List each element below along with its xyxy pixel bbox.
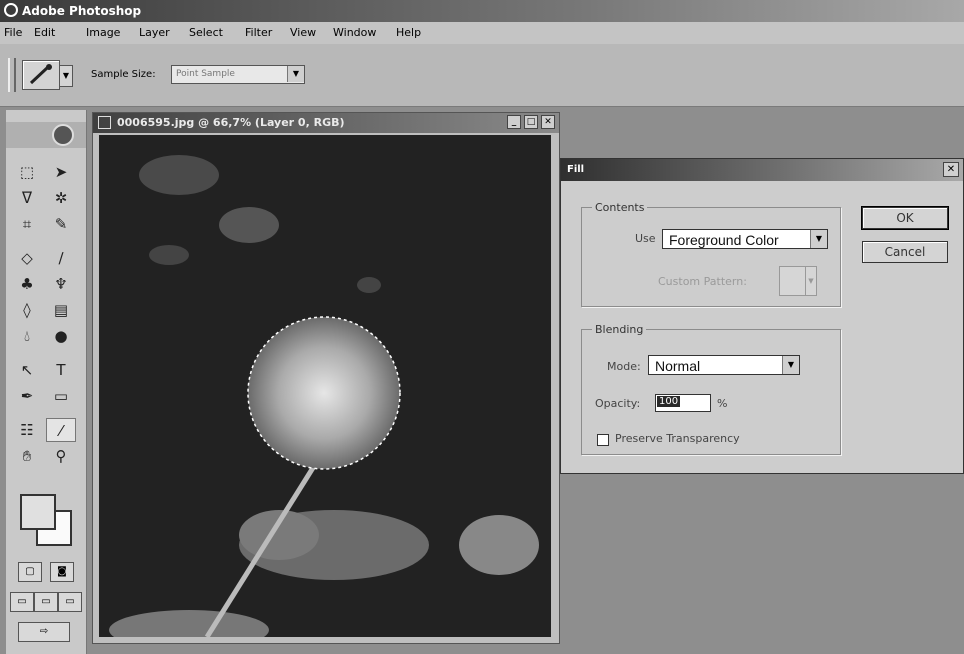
eyedropper-tool-icon[interactable]: ⁄ — [46, 418, 76, 442]
opacity-unit: % — [717, 397, 728, 410]
app-title-bar: Adobe Photoshop — [0, 0, 964, 22]
toolbox: ⬚ ➤ ᐁ ✲ ⌗ ✎ ◇ ∕ ♣ ♆ ◊ ▤ 💧︎ ● ↖ T ✒ ▭ ☷ ⁄… — [6, 110, 87, 654]
minimize-icon[interactable]: _ — [507, 115, 521, 129]
use-label: Use — [635, 232, 656, 245]
ok-button[interactable]: OK — [861, 206, 949, 230]
screen-mode-full-menu-icon[interactable]: ▭ — [34, 592, 58, 612]
chevron-down-icon[interactable]: ▼ — [810, 230, 827, 248]
custom-pattern-picker[interactable]: ▼ — [779, 266, 817, 296]
opacity-label: Opacity: — [595, 397, 641, 410]
hand-tool-icon[interactable]: ✋︎ — [12, 444, 42, 468]
slice-tool-icon[interactable]: ✎ — [46, 212, 76, 236]
chevron-down-icon[interactable]: ▼ — [805, 267, 816, 295]
chevron-down-icon[interactable]: ▼ — [287, 66, 304, 82]
maximize-icon[interactable]: □ — [524, 115, 538, 129]
cancel-button[interactable]: Cancel — [862, 241, 948, 263]
document-window: 0006595.jpg @ 66,7% (Layer 0, RGB) _ □ ✕ — [92, 112, 560, 644]
opacity-input[interactable]: 100 — [655, 394, 711, 412]
close-icon[interactable]: ✕ — [541, 115, 555, 129]
healing-brush-tool-icon[interactable]: ◇ — [12, 246, 42, 270]
preserve-transparency-checkbox[interactable] — [597, 434, 609, 446]
menu-help[interactable]: Help — [396, 26, 421, 39]
move-tool-icon[interactable]: ➤ — [46, 160, 76, 184]
menu-edit[interactable]: Edit — [34, 26, 55, 39]
mode-label: Mode: — [607, 360, 641, 373]
eyedropper-icon — [29, 64, 52, 85]
document-title: 0006595.jpg @ 66,7% (Layer 0, RGB) — [117, 116, 345, 129]
jump-to-imageready-icon[interactable]: ⇨ — [18, 622, 70, 642]
notes-tool-icon[interactable]: ☷ — [12, 418, 42, 442]
menu-select[interactable]: Select — [189, 26, 223, 39]
sample-size-label: Sample Size: — [91, 69, 156, 80]
lasso-tool-icon[interactable]: ᐁ — [12, 186, 42, 210]
document-icon — [98, 116, 111, 129]
marquee-tool-icon[interactable]: ⬚ — [12, 160, 42, 184]
dandelion-photo — [99, 135, 551, 637]
dodge-tool-icon[interactable]: ● — [46, 324, 76, 348]
shape-tool-icon[interactable]: ▭ — [46, 384, 76, 408]
gradient-tool-icon[interactable]: ▤ — [46, 298, 76, 322]
screen-mode-full-icon[interactable]: ▭ — [58, 592, 82, 612]
chevron-down-icon[interactable]: ▼ — [59, 65, 73, 87]
crop-tool-icon[interactable]: ⌗ — [12, 212, 42, 236]
screen-mode-standard-icon[interactable]: ▭ — [10, 592, 34, 612]
zoom-tool-icon[interactable]: ⚲ — [46, 444, 76, 468]
menu-file[interactable]: File — [4, 26, 22, 39]
clone-stamp-tool-icon[interactable]: ♣ — [12, 272, 42, 296]
blur-tool-icon[interactable]: 💧︎ — [12, 324, 42, 348]
history-brush-tool-icon[interactable]: ♆ — [46, 272, 76, 296]
use-select[interactable]: Foreground Color ▼ — [662, 229, 828, 249]
menu-filter[interactable]: Filter — [245, 26, 272, 39]
eraser-tool-icon[interactable]: ◊ — [12, 298, 42, 322]
tool-preset-picker[interactable]: ▼ — [22, 60, 73, 90]
document-title-bar[interactable]: 0006595.jpg @ 66,7% (Layer 0, RGB) _ □ ✕ — [93, 113, 559, 133]
type-tool-icon[interactable]: T — [46, 358, 76, 382]
fill-dialog: Fill ✕ Contents Use Foreground Color ▼ C… — [560, 158, 964, 474]
mode-value: Normal — [655, 358, 701, 374]
contents-legend: Contents — [595, 201, 645, 214]
image-canvas[interactable] — [99, 135, 551, 637]
brush-tool-icon[interactable]: ∕ — [46, 246, 76, 270]
blending-legend: Blending — [595, 323, 644, 336]
custom-pattern-label: Custom Pattern: — [658, 275, 747, 288]
menu-image[interactable]: Image — [86, 26, 120, 39]
path-selection-tool-icon[interactable]: ↖ — [12, 358, 42, 382]
quick-mask-mode-icon[interactable]: ◙ — [50, 562, 74, 582]
photoshop-logo-icon — [4, 3, 18, 17]
sample-size-value: Point Sample — [176, 69, 235, 79]
chevron-down-icon[interactable]: ▼ — [782, 356, 799, 374]
mode-select[interactable]: Normal ▼ — [648, 355, 800, 375]
sample-size-select[interactable]: Point Sample ▼ — [171, 65, 305, 84]
menu-window[interactable]: Window — [333, 26, 376, 39]
opacity-value: 100 — [657, 396, 681, 407]
menu-layer[interactable]: Layer — [139, 26, 170, 39]
standard-mode-icon[interactable]: ▢ — [18, 562, 42, 582]
options-bar-grip[interactable] — [8, 58, 16, 92]
use-value: Foreground Color — [669, 232, 779, 248]
toolbox-header — [6, 122, 86, 148]
fill-dialog-title: Fill — [567, 164, 585, 175]
app-title: Adobe Photoshop — [22, 4, 142, 18]
photoshop-eye-icon[interactable] — [52, 124, 74, 146]
foreground-color-swatch[interactable] — [20, 494, 56, 530]
menu-view[interactable]: View — [290, 26, 316, 39]
options-bar: ▼ Sample Size: Point Sample ▼ — [0, 44, 964, 107]
menu-bar: File Edit Image Layer Select Filter View… — [0, 22, 964, 45]
close-icon[interactable]: ✕ — [943, 162, 959, 177]
preserve-transparency-label[interactable]: Preserve Transparency — [615, 432, 740, 445]
pen-tool-icon[interactable]: ✒ — [12, 384, 42, 408]
fill-dialog-title-bar[interactable]: Fill ✕ — [561, 159, 963, 181]
magic-wand-tool-icon[interactable]: ✲ — [46, 186, 76, 210]
